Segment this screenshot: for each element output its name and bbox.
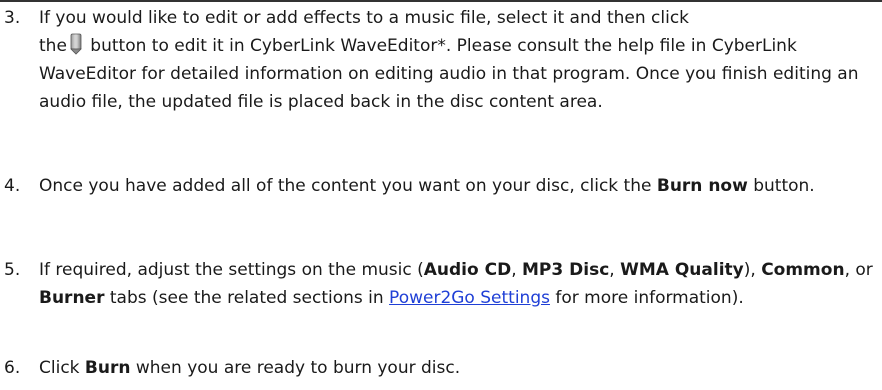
step-text-post-icon: button to edit it in CyberLink WaveEdito… [39, 36, 859, 112]
step-number: 5. [4, 260, 21, 280]
text-segment: ), [743, 260, 762, 280]
text-segment: , [511, 260, 523, 280]
step-number: 3. [4, 8, 21, 28]
step-text: If you would like to edit or add effects… [39, 4, 874, 116]
audio-cd-label: Audio CD [423, 260, 512, 280]
step-text: Once you have added all of the content y… [39, 172, 874, 200]
edit-pencil-icon [69, 33, 83, 55]
text-segment: , or [844, 260, 873, 280]
step-text-pre-icon: the [39, 36, 67, 56]
text-segment: tabs (see the related sections in [104, 288, 390, 308]
step-text-before: Once you have added all of the content y… [39, 176, 657, 196]
text-segment: , [609, 260, 621, 280]
common-tab-label: Common [761, 260, 845, 280]
top-rule [0, 0, 882, 2]
step-text: If required, adjust the settings on the … [39, 256, 874, 312]
text-segment: If required, adjust the settings on the … [39, 260, 424, 280]
step-text-line1: If you would like to edit or add effects… [39, 8, 690, 28]
step-text-after: when you are ready to burn your disc. [130, 358, 461, 378]
burn-label: Burn [84, 358, 131, 378]
wma-quality-label: WMA Quality [620, 260, 744, 280]
power2go-settings-link[interactable]: Power2Go Settings [389, 288, 550, 308]
burner-tab-label: Burner [39, 288, 105, 308]
step-text: Click Burn when you are ready to burn yo… [39, 354, 874, 382]
mp3-disc-label: MP3 Disc [522, 260, 610, 280]
step-number: 4. [4, 176, 21, 196]
step-text-after: button. [747, 176, 815, 196]
burn-now-label: Burn now [656, 176, 748, 196]
text-segment: for more information). [549, 288, 744, 308]
step-text-before: Click [39, 358, 85, 378]
step-number: 6. [4, 358, 21, 378]
